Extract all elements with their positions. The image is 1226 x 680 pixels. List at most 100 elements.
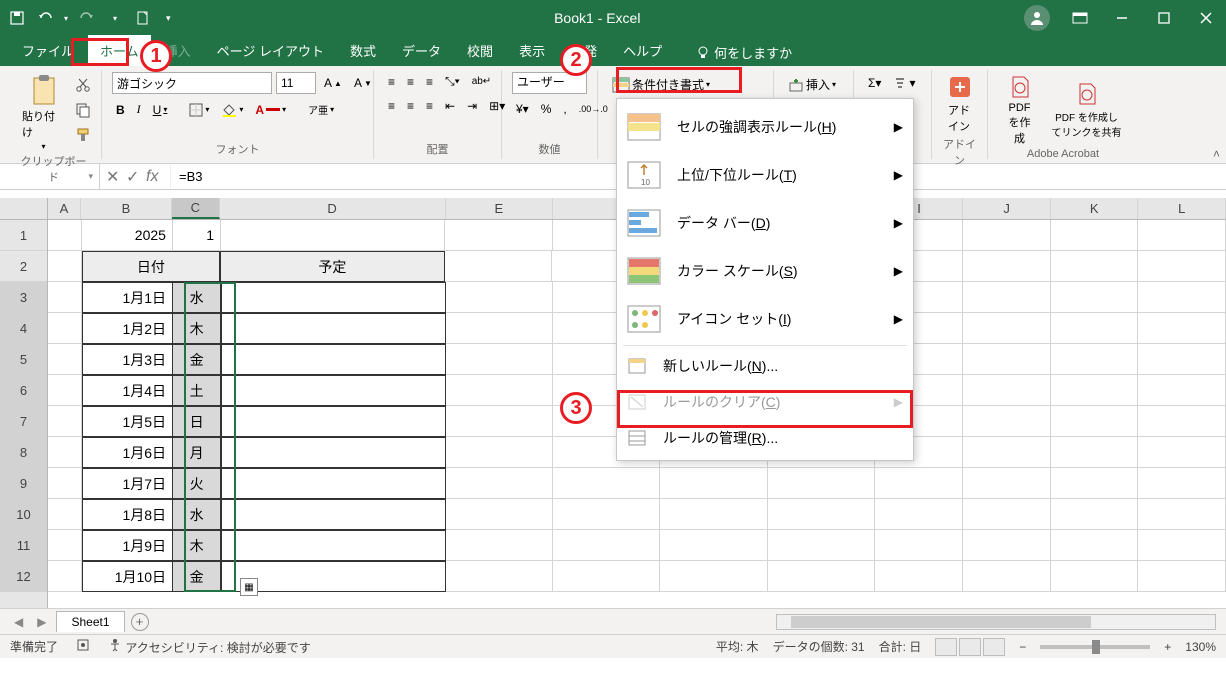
paste-button[interactable]: 貼り付け ▾ [16, 72, 71, 153]
cell[interactable] [446, 499, 553, 530]
font-size-combo[interactable] [276, 72, 316, 94]
cell[interactable] [553, 561, 660, 592]
cell[interactable] [1051, 561, 1139, 592]
cell[interactable]: 2025 [82, 220, 173, 251]
row-header-3[interactable]: 3 [0, 282, 47, 313]
row-header-8[interactable]: 8 [0, 437, 47, 468]
cell[interactable]: 木 [173, 313, 221, 344]
new-file-icon[interactable] [134, 9, 152, 27]
cell[interactable] [221, 220, 445, 251]
sheet-nav-next[interactable]: ▶ [33, 615, 50, 629]
cell[interactable] [1051, 530, 1139, 561]
macro-record-icon[interactable] [76, 638, 90, 655]
insert-cells-button[interactable]: 挿入▾ [784, 74, 840, 95]
cell[interactable]: 1 [173, 220, 221, 251]
cell[interactable] [963, 468, 1051, 499]
cell[interactable] [875, 530, 963, 561]
cell[interactable] [963, 375, 1051, 406]
cell[interactable] [1138, 530, 1226, 561]
row-header-2[interactable]: 2 [0, 251, 47, 282]
redo-icon[interactable] [78, 9, 96, 27]
cell[interactable] [963, 282, 1051, 313]
autosum-icon[interactable]: Σ▾ [864, 74, 885, 92]
cell[interactable] [446, 561, 553, 592]
tab-data[interactable]: データ [390, 35, 453, 66]
cell[interactable] [221, 344, 445, 375]
cf-highlight-rules[interactable]: セルの強調表示ルール(H) ▶ [617, 103, 913, 151]
cell[interactable] [660, 499, 767, 530]
pdf-share-button[interactable]: PDF を作成してリンクを共有 [1045, 79, 1128, 141]
cell[interactable] [1138, 437, 1226, 468]
cell[interactable] [963, 437, 1051, 468]
cell[interactable] [446, 406, 553, 437]
row-header-1[interactable]: 1 [0, 220, 47, 251]
align-top-icon[interactable]: ≡ [384, 73, 399, 91]
cell[interactable] [446, 344, 553, 375]
cell[interactable]: 水 [173, 282, 221, 313]
cell[interactable] [768, 561, 875, 592]
currency-icon[interactable]: ¥▾ [512, 100, 533, 118]
cell[interactable] [660, 561, 767, 592]
cell[interactable] [445, 251, 553, 282]
cell[interactable] [1051, 251, 1139, 282]
col-header-C[interactable]: C [172, 198, 219, 219]
ribbon-display-icon[interactable] [1068, 6, 1092, 30]
cell[interactable] [221, 468, 445, 499]
view-normal-icon[interactable] [935, 638, 957, 656]
qat-dropdown-icon[interactable]: ▾ [106, 9, 124, 27]
align-bottom-icon[interactable]: ≡ [422, 73, 437, 91]
cell[interactable]: 1月4日 [82, 375, 173, 406]
borders-icon[interactable]: ▾ [185, 101, 213, 119]
col-header-B[interactable]: B [81, 198, 172, 219]
cell[interactable]: 1月9日 [82, 530, 173, 561]
cell[interactable] [553, 530, 660, 561]
view-page-layout-icon[interactable] [959, 638, 981, 656]
cell[interactable]: 1月2日 [82, 313, 173, 344]
cell[interactable] [221, 282, 445, 313]
cell[interactable]: 金 [173, 561, 221, 592]
align-center-icon[interactable]: ≡ [403, 97, 418, 115]
cell[interactable] [1051, 468, 1139, 499]
row-header-12[interactable]: 12 [0, 561, 47, 592]
cell[interactable] [875, 468, 963, 499]
cell[interactable] [1138, 468, 1226, 499]
cell[interactable] [446, 282, 553, 313]
row-header-10[interactable]: 10 [0, 499, 47, 530]
select-all-corner[interactable] [0, 198, 47, 220]
cell[interactable]: 1月7日 [82, 468, 173, 499]
cell[interactable] [221, 530, 445, 561]
horizontal-scrollbar[interactable] [155, 614, 1216, 630]
cell[interactable] [1138, 251, 1226, 282]
zoom-level[interactable]: 130% [1185, 640, 1216, 654]
cell[interactable] [48, 344, 82, 375]
cell[interactable] [446, 375, 553, 406]
col-header-J[interactable]: J [963, 198, 1051, 219]
row-header-4[interactable]: 4 [0, 313, 47, 344]
format-painter-icon[interactable] [75, 127, 91, 148]
user-avatar-icon[interactable] [1024, 5, 1050, 31]
cell[interactable] [221, 406, 445, 437]
cell[interactable] [1051, 282, 1139, 313]
row-header-11[interactable]: 11 [0, 530, 47, 561]
cell[interactable]: 日付 [82, 251, 220, 282]
cell[interactable]: 火 [173, 468, 221, 499]
col-header-E[interactable]: E [446, 198, 554, 219]
tab-formulas[interactable]: 数式 [338, 35, 388, 66]
italic-button[interactable]: I [133, 100, 145, 119]
cell[interactable]: 1月10日 [82, 561, 173, 592]
underline-button[interactable]: U ▾ [149, 101, 172, 119]
cell[interactable] [963, 499, 1051, 530]
cell[interactable] [48, 406, 82, 437]
cell[interactable] [1051, 406, 1139, 437]
cell[interactable] [963, 530, 1051, 561]
cut-icon[interactable] [75, 77, 91, 98]
accessibility-status[interactable]: アクセシビリティ: 検討が必要です [108, 638, 311, 656]
cell[interactable] [221, 375, 445, 406]
cell[interactable] [875, 499, 963, 530]
increase-indent-icon[interactable]: ⇥ [463, 97, 481, 115]
cell[interactable] [1138, 313, 1226, 344]
cell[interactable] [963, 406, 1051, 437]
cell[interactable] [446, 313, 553, 344]
cell[interactable]: 1月6日 [82, 437, 173, 468]
cell[interactable] [963, 313, 1051, 344]
